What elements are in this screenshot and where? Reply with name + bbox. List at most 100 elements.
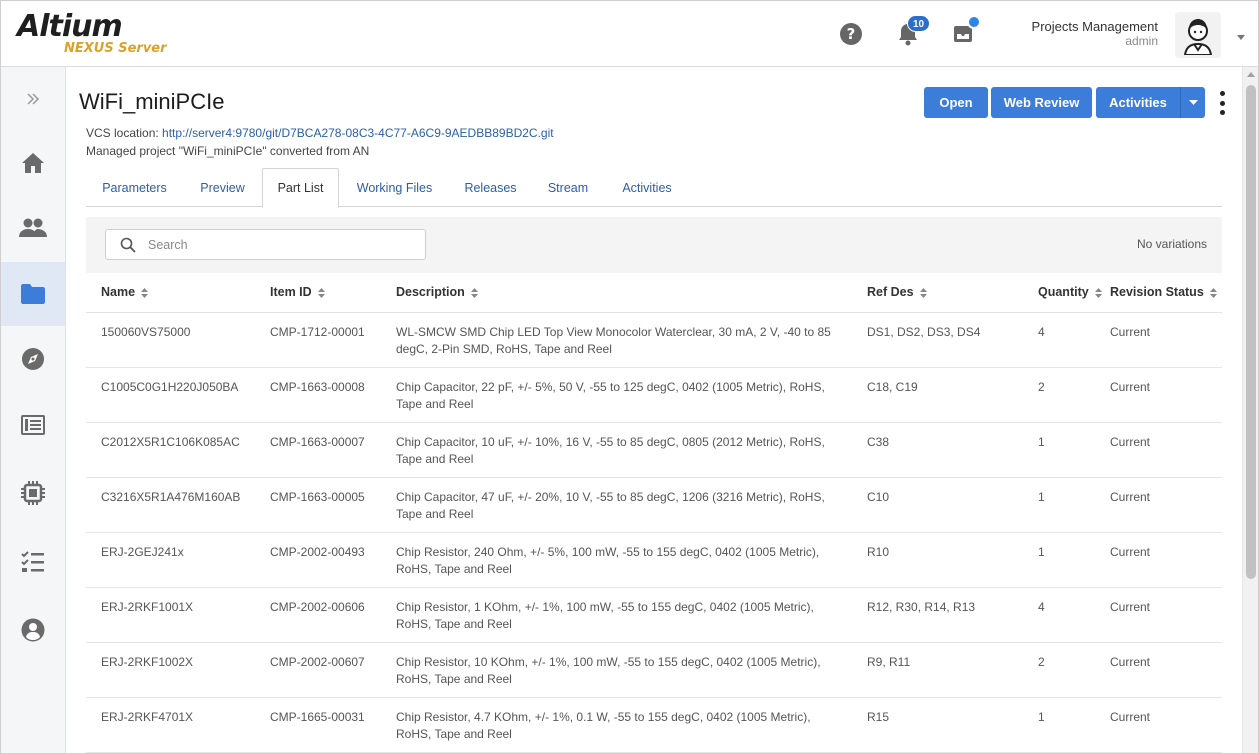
cell-ref-des: C10 bbox=[852, 477, 1023, 533]
logo[interactable]: Altium NEXUS Server bbox=[17, 9, 167, 57]
web-review-button[interactable]: Web Review bbox=[991, 87, 1092, 118]
table-row[interactable]: ERJ-2GEJ241x CMP-2002-00493 Chip Resisto… bbox=[86, 532, 1222, 588]
cell-quantity: 2 bbox=[1023, 642, 1104, 698]
more-menu-icon[interactable] bbox=[1215, 89, 1229, 117]
cell-description: Chip Capacitor, 10 uF, +/- 10%, 16 V, -5… bbox=[381, 422, 852, 478]
cell-description: WL-SMCW SMD Chip LED Top View Monocolor … bbox=[381, 312, 852, 368]
cell-description: Chip Capacitor, 47 uF, +/- 20%, 10 V, -5… bbox=[381, 477, 852, 533]
org-name: Projects Management bbox=[1031, 19, 1158, 34]
cell-name: 150060VS75000 bbox=[86, 312, 255, 368]
tab-working-files[interactable]: Working Files bbox=[339, 168, 450, 207]
cell-item-id: CMP-2002-00607 bbox=[255, 642, 381, 698]
activities-dropdown-button[interactable] bbox=[1180, 87, 1205, 118]
vcs-link[interactable]: http://server4:9780/git/D7BCA278-08C3-4C… bbox=[162, 126, 554, 140]
table-row[interactable]: ERJ-2RKF1001X CMP-2002-00606 Chip Resist… bbox=[86, 587, 1222, 643]
table-row[interactable]: ERJ-2RKF4701X CMP-1665-00031 Chip Resist… bbox=[86, 697, 1222, 753]
column-header-name[interactable]: Name bbox=[86, 273, 255, 313]
column-header-item-id[interactable]: Item ID bbox=[255, 273, 381, 313]
top-header: Altium NEXUS Server ? 10 Projects Manage… bbox=[1, 1, 1258, 67]
cell-ref-des: C18, C19 bbox=[852, 367, 1023, 423]
compass-icon bbox=[22, 348, 44, 370]
vcs-location: VCS location: http://server4:9780/git/D7… bbox=[86, 126, 554, 140]
search-icon bbox=[120, 237, 136, 258]
column-header-description[interactable]: Description bbox=[381, 273, 852, 313]
tab-bar: Parameters Preview Part List Working Fil… bbox=[86, 168, 1222, 208]
sidebar-item-users[interactable] bbox=[1, 196, 65, 260]
cell-name: ERJ-2RKF1002X bbox=[86, 642, 255, 698]
chip-icon bbox=[21, 481, 45, 505]
tab-parameters[interactable]: Parameters bbox=[86, 168, 183, 207]
activities-button[interactable]: Activities bbox=[1096, 87, 1180, 118]
cell-ref-des: R10 bbox=[852, 532, 1023, 588]
cell-description: Chip Resistor, 1 KOhm, +/- 1%, 100 mW, -… bbox=[381, 587, 852, 643]
column-header-revision-status[interactable]: Revision Status bbox=[1104, 273, 1222, 313]
column-header-ref-des[interactable]: Ref Des bbox=[852, 273, 1023, 313]
search-box[interactable] bbox=[105, 229, 426, 260]
user-info[interactable]: Projects Management admin bbox=[958, 19, 1158, 48]
vertical-scrollbar[interactable] bbox=[1242, 67, 1258, 753]
sidebar-item-profile[interactable] bbox=[1, 598, 65, 662]
cell-revision-status: Current bbox=[1104, 477, 1222, 533]
notification-badge: 10 bbox=[907, 15, 930, 32]
avatar[interactable] bbox=[1175, 12, 1221, 58]
open-button[interactable]: Open bbox=[924, 87, 988, 118]
app-window: Altium NEXUS Server ? 10 Projects Manage… bbox=[0, 0, 1259, 754]
sort-icon bbox=[317, 287, 325, 298]
caret-down-icon bbox=[1188, 99, 1198, 105]
sidebar-item-library[interactable] bbox=[1, 393, 65, 457]
part-list-toolbar: No variations bbox=[86, 217, 1222, 273]
table-row[interactable]: C3216X5R1A476M160AB CMP-1663-00005 Chip … bbox=[86, 477, 1222, 533]
tab-part-list[interactable]: Part List bbox=[262, 168, 339, 208]
table-header-row: Name Item ID Description Ref Des Quantit… bbox=[86, 273, 1222, 313]
tab-activities[interactable]: Activities bbox=[605, 168, 689, 207]
help-icon[interactable]: ? bbox=[838, 21, 864, 47]
cell-revision-status: Current bbox=[1104, 642, 1222, 698]
cell-name: C3216X5R1A476M160AB bbox=[86, 477, 255, 533]
cell-item-id: CMP-2002-00493 bbox=[255, 532, 381, 588]
cell-name: ERJ-2GEJ241x bbox=[86, 532, 255, 588]
scroll-thumb[interactable] bbox=[1246, 85, 1256, 579]
scroll-up-icon[interactable] bbox=[1247, 72, 1255, 77]
cell-description: Chip Capacitor, 22 pF, +/- 5%, 50 V, -55… bbox=[381, 367, 852, 423]
double-chevron-right-icon bbox=[27, 93, 40, 105]
tab-preview[interactable]: Preview bbox=[183, 168, 262, 207]
cell-item-id: CMP-1665-00031 bbox=[255, 697, 381, 753]
cell-description: Chip Resistor, 10 KOhm, +/- 1%, 100 mW, … bbox=[381, 642, 852, 698]
sidebar-item-projects[interactable] bbox=[1, 262, 65, 326]
sort-icon bbox=[919, 287, 927, 298]
cell-item-id: CMP-1712-00001 bbox=[255, 312, 381, 368]
tab-stream[interactable]: Stream bbox=[531, 168, 605, 207]
search-input[interactable] bbox=[148, 236, 408, 254]
cell-name: C1005C0G1H220J050BA bbox=[86, 367, 255, 423]
cell-description: Chip Resistor, 240 Ohm, +/- 5%, 100 mW, … bbox=[381, 532, 852, 588]
vcs-label: VCS location: bbox=[86, 126, 159, 140]
tab-releases[interactable]: Releases bbox=[450, 168, 531, 207]
sidebar-item-tasks[interactable] bbox=[1, 530, 65, 594]
table-row[interactable]: C2012X5R1C106K085AC CMP-1663-00007 Chip … bbox=[86, 422, 1222, 478]
cell-ref-des: R15 bbox=[852, 697, 1023, 753]
home-icon bbox=[22, 153, 44, 173]
sidebar-item-expand[interactable] bbox=[1, 67, 65, 131]
cell-item-id: CMP-1663-00008 bbox=[255, 367, 381, 423]
cell-revision-status: Current bbox=[1104, 697, 1222, 753]
sort-icon bbox=[141, 287, 149, 298]
page-title: WiFi_miniPCIe bbox=[79, 89, 225, 114]
table-row[interactable]: ERJ-2RKF1002X CMP-2002-00607 Chip Resist… bbox=[86, 642, 1222, 698]
user-name: admin bbox=[1125, 34, 1158, 48]
chevron-down-icon[interactable] bbox=[1237, 28, 1245, 46]
sidebar-item-home[interactable] bbox=[1, 131, 65, 195]
variations-label: No variations bbox=[1136, 237, 1207, 251]
cell-name: ERJ-2RKF4701X bbox=[86, 697, 255, 753]
cell-quantity: 1 bbox=[1023, 532, 1104, 588]
cell-quantity: 4 bbox=[1023, 587, 1104, 643]
cell-name: C2012X5R1C106K085AC bbox=[86, 422, 255, 478]
column-header-quantity[interactable]: Quantity bbox=[1023, 273, 1104, 313]
sidebar-item-explorer[interactable] bbox=[1, 327, 65, 391]
cell-ref-des: R12, R30, R14, R13 bbox=[852, 587, 1023, 643]
sidebar-item-components[interactable] bbox=[1, 461, 65, 525]
table-row[interactable]: 150060VS75000 CMP-1712-00001 WL-SMCW SMD… bbox=[86, 312, 1222, 368]
cell-item-id: CMP-1663-00007 bbox=[255, 422, 381, 478]
table-row[interactable]: C1005C0G1H220J050BA CMP-1663-00008 Chip … bbox=[86, 367, 1222, 423]
logo-main-text: Altium bbox=[17, 9, 123, 44]
svg-text:?: ? bbox=[847, 25, 856, 43]
